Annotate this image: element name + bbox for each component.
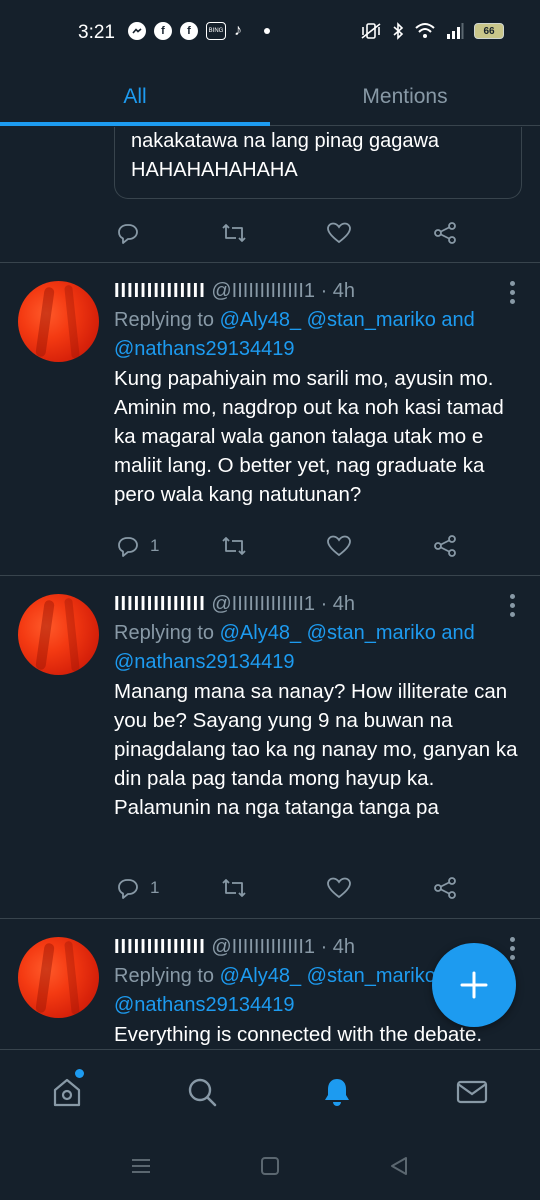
nav-search[interactable] bbox=[182, 1072, 222, 1112]
retweet-icon bbox=[222, 537, 246, 555]
messenger-icon bbox=[128, 22, 146, 40]
search-icon bbox=[188, 1078, 217, 1107]
tab-all[interactable]: All bbox=[0, 68, 270, 126]
reply-count: 1 bbox=[150, 878, 160, 897]
quoted-tweet-text: nakakatawa na lang pinag gagawa HAHAHAHA… bbox=[131, 130, 440, 181]
share-button[interactable] bbox=[432, 221, 458, 245]
replying-to-label: Replying to bbox=[114, 309, 215, 331]
retweet-button[interactable] bbox=[220, 876, 248, 900]
notification-icons: f f BING ♪ bbox=[128, 22, 270, 40]
status-time: 3:21 bbox=[78, 22, 115, 43]
reply-button[interactable] bbox=[116, 221, 216, 245]
more-options-icon[interactable] bbox=[510, 281, 516, 304]
tweet-actions: 1 bbox=[114, 531, 474, 561]
facebook-icon: f bbox=[180, 22, 198, 40]
tweet-time: · 4h bbox=[320, 593, 356, 615]
bottom-navigation bbox=[0, 1049, 540, 1135]
avatar[interactable] bbox=[18, 937, 99, 1018]
recent-apps-button[interactable] bbox=[130, 1155, 152, 1182]
tab-mentions[interactable]: Mentions bbox=[270, 68, 540, 125]
more-options-icon[interactable] bbox=[510, 937, 516, 960]
compose-tweet-button[interactable] bbox=[432, 943, 516, 1027]
heart-icon bbox=[327, 877, 351, 899]
retweet-icon bbox=[222, 224, 246, 242]
share-icon bbox=[434, 535, 456, 557]
tweet-text: Manang mana sa nanay? How illiterate can… bbox=[114, 680, 518, 819]
tweet-card[interactable]: IIIIIIIIIIIIII @IIIIIIIIIIIII1 · 4h Repl… bbox=[0, 575, 540, 918]
tweet-time: · 4h bbox=[320, 280, 356, 302]
user-handle[interactable]: @IIIIIIIIIIIII1 bbox=[211, 936, 315, 958]
share-icon bbox=[434, 877, 456, 899]
replying-to: Replying to @Aly48_ @stan_mariko and @na… bbox=[114, 619, 524, 677]
quoted-tweet[interactable]: nakakatawa na lang pinag gagawa HAHAHAHA… bbox=[114, 127, 522, 199]
heart-icon bbox=[327, 535, 351, 557]
more-options-icon[interactable] bbox=[510, 594, 516, 617]
system-status-icons: 66 bbox=[360, 22, 504, 40]
bluetooth-icon bbox=[393, 22, 404, 40]
notifications-icon bbox=[325, 1079, 349, 1106]
tiktok-icon: ♪ bbox=[234, 22, 242, 39]
wifi-icon bbox=[415, 23, 435, 38]
reply-icon bbox=[118, 537, 138, 557]
notifications-feed[interactable]: nakakatawa na lang pinag gagawa HAHAHAHA… bbox=[0, 127, 540, 1049]
status-bar: 3:21 f f BING ♪ 66 bbox=[0, 0, 540, 68]
like-button[interactable] bbox=[326, 534, 352, 558]
system-navigation-bar bbox=[0, 1135, 540, 1200]
like-button[interactable] bbox=[326, 221, 352, 245]
battery-indicator: 66 bbox=[474, 23, 504, 39]
messages-icon bbox=[456, 1080, 488, 1104]
display-name[interactable]: IIIIIIIIIIIIII bbox=[114, 280, 206, 302]
display-name[interactable]: IIIIIIIIIIIIII bbox=[114, 593, 206, 615]
retweet-button[interactable] bbox=[220, 534, 248, 558]
share-icon bbox=[434, 222, 456, 244]
home-new-dot bbox=[75, 1069, 84, 1078]
replying-to-label: Replying to bbox=[114, 622, 215, 644]
tweet-time: · 4h bbox=[320, 936, 356, 958]
tweet-card[interactable]: IIIIIIIIIIIIII @IIIIIIIIIIIII1 · 4h Repl… bbox=[0, 262, 540, 575]
tweet-actions bbox=[114, 218, 474, 248]
square-icon bbox=[261, 1157, 279, 1175]
user-handle[interactable]: @IIIIIIIIIIIII1 bbox=[211, 593, 315, 615]
bing-icon: BING bbox=[206, 22, 226, 40]
tweet-text: Kung papahiyain mo sarili mo, ayusin mo.… bbox=[114, 367, 504, 506]
heart-icon bbox=[327, 222, 351, 244]
reply-icon bbox=[118, 879, 138, 899]
signal-icon bbox=[447, 23, 464, 39]
share-button[interactable] bbox=[432, 876, 458, 900]
like-button[interactable] bbox=[326, 876, 352, 900]
menu-icon bbox=[132, 1159, 150, 1173]
retweet-button[interactable] bbox=[220, 221, 248, 245]
reply-count: 1 bbox=[150, 536, 160, 555]
back-button[interactable] bbox=[388, 1155, 410, 1182]
tweet-header: IIIIIIIIIIIIII @IIIIIIIIIIIII1 · 4h bbox=[114, 933, 355, 961]
notification-tabs: All Mentions bbox=[0, 68, 540, 126]
vibrate-icon bbox=[361, 23, 381, 39]
tweet-header: IIIIIIIIIIIIII @IIIIIIIIIIIII1 · 4h bbox=[114, 277, 355, 305]
display-name[interactable]: IIIIIIIIIIIIII bbox=[114, 936, 206, 958]
replying-to-label: Replying to bbox=[114, 965, 215, 987]
avatar[interactable] bbox=[18, 594, 99, 675]
nav-messages[interactable] bbox=[452, 1072, 492, 1112]
share-button[interactable] bbox=[432, 534, 458, 558]
tweet-actions: 1 bbox=[114, 873, 474, 903]
nav-notifications[interactable] bbox=[317, 1072, 357, 1112]
facebook-icon: f bbox=[154, 22, 172, 40]
reply-button[interactable]: 1 bbox=[116, 534, 216, 558]
home-system-button[interactable] bbox=[259, 1155, 281, 1182]
back-icon bbox=[391, 1157, 407, 1175]
user-handle[interactable]: @IIIIIIIIIIIII1 bbox=[211, 280, 315, 302]
avatar[interactable] bbox=[18, 281, 99, 362]
plus-icon bbox=[460, 971, 488, 999]
tweet-header: IIIIIIIIIIIIII @IIIIIIIIIIIII1 · 4h bbox=[114, 590, 355, 618]
more-notifications-dot bbox=[264, 28, 270, 34]
reply-icon bbox=[118, 224, 138, 244]
retweet-icon bbox=[222, 879, 246, 897]
nav-home[interactable] bbox=[47, 1072, 87, 1112]
home-icon bbox=[53, 1078, 81, 1107]
replying-to: Replying to @Aly48_ @stan_mariko and @na… bbox=[114, 306, 524, 364]
reply-button[interactable]: 1 bbox=[116, 876, 216, 900]
